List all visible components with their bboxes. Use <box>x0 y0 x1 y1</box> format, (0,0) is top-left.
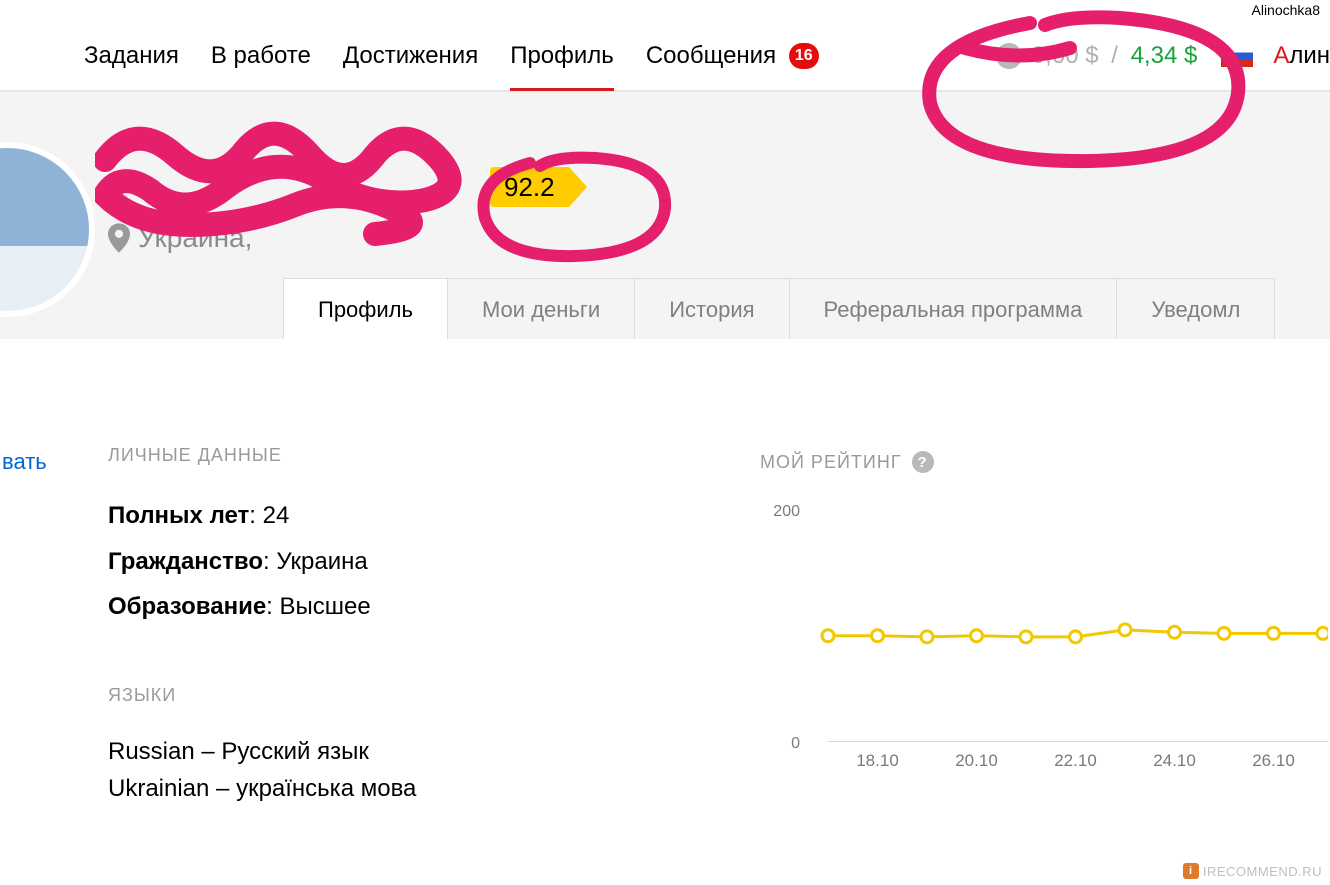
nav-right: ? 0,00 $ / 4,34 $ Алин <box>996 21 1330 91</box>
value-education: Высшее <box>280 593 371 620</box>
username-first-letter: А <box>1273 42 1289 69</box>
messages-badge: 16 <box>789 43 819 69</box>
xtick-label: 26.10 <box>1252 751 1295 771</box>
flag-icon[interactable] <box>1221 45 1253 67</box>
label-citizenship: Гражданство <box>108 548 263 575</box>
nav-achievements[interactable]: Достижения <box>343 20 478 92</box>
nav-profile[interactable]: Профиль <box>510 20 614 92</box>
balance-zero: 0,00 $ <box>1032 42 1099 69</box>
xtick-label: 22.10 <box>1054 751 1097 771</box>
edit-link[interactable]: вать <box>2 449 47 475</box>
xtick-label: 18.10 <box>856 751 899 771</box>
list-item: Полных лет: 24 <box>108 493 371 539</box>
nav-messages[interactable]: Сообщения 16 <box>646 20 819 92</box>
watermark-icon: i <box>1183 863 1199 879</box>
watermark-site-text: IRECOMMEND.RU <box>1203 864 1322 879</box>
help-icon[interactable]: ? <box>912 451 934 473</box>
label-education: Образование <box>108 593 266 620</box>
tab-profile[interactable]: Профиль <box>283 278 448 339</box>
help-icon[interactable]: ? <box>996 43 1022 69</box>
balance-separator: / <box>1105 42 1124 69</box>
avatar[interactable] <box>0 142 95 317</box>
nav-tasks[interactable]: Задания <box>84 20 179 92</box>
profile-header: Украина, 92.2 Профиль Мои деньги История… <box>0 91 1330 339</box>
balance-available: 4,34 $ <box>1131 42 1198 69</box>
list-item: Russian – Русский язык <box>108 733 416 770</box>
list-item: Гражданство: Украина <box>108 539 371 585</box>
rating-badge: 92.2 <box>490 167 569 207</box>
list-item: Ukrainian – українська мова <box>108 770 416 807</box>
username-rest: лин <box>1289 42 1330 69</box>
top-nav: Задания В работе Достижения Профиль Сооб… <box>0 21 1330 91</box>
value-citizenship: Украина <box>276 548 367 575</box>
profile-tabs: Профиль Мои деньги История Реферальная п… <box>283 278 1274 339</box>
content: вать ЛИЧНЫЕ ДАННЫЕ Полных лет: 24 Гражда… <box>0 339 1330 885</box>
rating-line <box>768 487 1328 747</box>
rating-value: 92.2 <box>504 172 555 203</box>
tab-history[interactable]: История <box>634 278 789 339</box>
nav-messages-label: Сообщения <box>646 42 776 69</box>
location-text: Украина, <box>138 222 252 254</box>
xtick-label: 24.10 <box>1153 751 1196 771</box>
list-item: Образование: Высшее <box>108 584 371 630</box>
balance[interactable]: 0,00 $ / 4,34 $ <box>1032 42 1197 70</box>
personal-info-list: Полных лет: 24 Гражданство: Украина Обра… <box>108 493 371 630</box>
nav-left: Задания В работе Достижения Профиль Сооб… <box>0 20 819 92</box>
tab-notifications[interactable]: Уведомл <box>1116 278 1275 339</box>
label-age: Полных лет <box>108 502 249 529</box>
section-personal-header: ЛИЧНЫЕ ДАННЫЕ <box>108 445 282 466</box>
location-pin-icon <box>108 223 130 253</box>
section-rating-header: МОЙ РЕЙТИНГ ? <box>760 451 934 473</box>
tab-referral[interactable]: Реферальная программа <box>789 278 1118 339</box>
nav-in-work[interactable]: В работе <box>211 20 311 92</box>
location-row: Украина, <box>108 222 252 254</box>
rating-header-label: МОЙ РЕЙТИНГ <box>760 452 902 473</box>
tab-money[interactable]: Мои деньги <box>447 278 635 339</box>
section-languages-header: ЯЗЫКИ <box>108 685 176 706</box>
value-age: 24 <box>263 502 290 529</box>
watermark-site: i IRECOMMEND.RU <box>1183 863 1322 879</box>
watermark-username: Alinochka8 <box>1252 2 1321 18</box>
xtick-label: 20.10 <box>955 751 998 771</box>
rating-chart: 200 0 18.1020.1022.1024.1026.10 <box>768 487 1328 767</box>
languages-list: Russian – Русский язык Ukrainian – украї… <box>108 733 416 807</box>
username[interactable]: Алин <box>1273 42 1330 70</box>
